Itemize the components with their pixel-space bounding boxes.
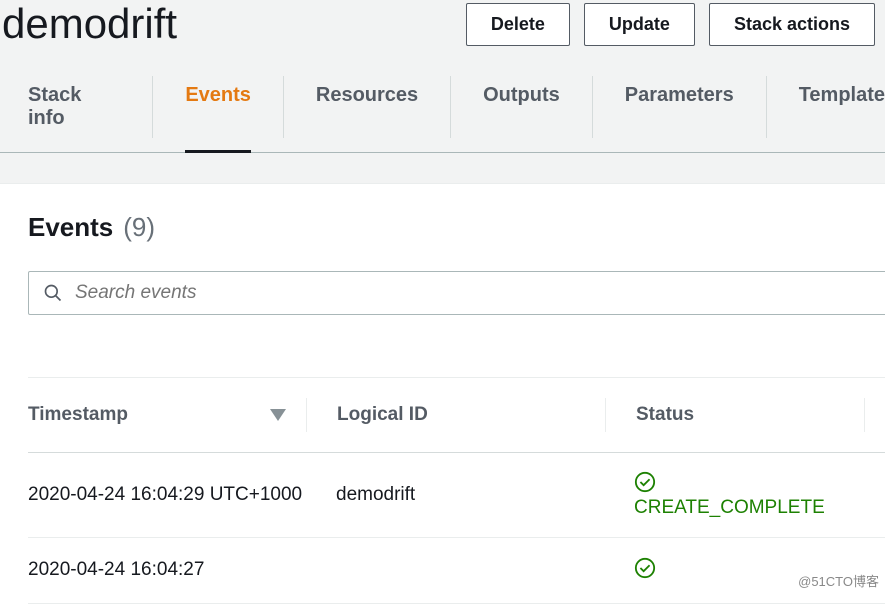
action-bar: Delete Update Stack actions: [466, 3, 875, 46]
col-header-status-label: Status: [636, 404, 694, 426]
events-panel-header: Events (9): [28, 212, 885, 243]
col-header-timestamp[interactable]: Timestamp: [28, 404, 306, 426]
tab-divider: [152, 76, 153, 138]
tab-resources[interactable]: Resources: [316, 62, 418, 152]
stack-title: demodrift: [0, 0, 177, 48]
tab-divider: [283, 76, 284, 138]
tab-outputs[interactable]: Outputs: [483, 62, 560, 152]
success-check-icon: [634, 557, 656, 579]
events-panel-title: Events: [28, 212, 113, 243]
events-panel: Events (9) Timestamp Logical ID Status: [0, 183, 885, 604]
table-row: 2020-04-24 16:04:29 UTC+1000 demodrift C…: [28, 453, 885, 538]
success-check-icon: [634, 471, 656, 493]
col-header-status[interactable]: Status: [606, 404, 864, 426]
events-count: (9): [123, 212, 155, 243]
update-button[interactable]: Update: [584, 3, 695, 46]
search-icon: [43, 283, 63, 303]
col-divider: [864, 398, 865, 432]
tab-stack-info[interactable]: Stack info: [28, 62, 120, 152]
table-header-row: Timestamp Logical ID Status: [28, 378, 885, 453]
tab-parameters[interactable]: Parameters: [625, 62, 734, 152]
cell-timestamp: 2020-04-24 16:04:27: [28, 556, 306, 585]
sort-desc-icon: [270, 409, 286, 421]
stack-actions-button[interactable]: Stack actions: [709, 3, 875, 46]
search-container[interactable]: [28, 271, 885, 315]
events-table: Timestamp Logical ID Status 2020-04-24 1…: [28, 377, 885, 604]
tab-divider: [592, 76, 593, 138]
cell-logical-id: demodrift: [306, 484, 604, 506]
tab-template[interactable]: Template: [799, 62, 885, 152]
tab-events[interactable]: Events: [185, 62, 251, 152]
col-header-timestamp-label: Timestamp: [28, 404, 128, 426]
watermark: @51CTO博客: [798, 571, 879, 590]
status-text: CREATE_COMPLETE: [634, 497, 825, 519]
search-input[interactable]: [75, 282, 883, 304]
tab-divider: [766, 76, 767, 138]
col-header-logical-id-label: Logical ID: [337, 404, 428, 426]
col-header-logical-id[interactable]: Logical ID: [307, 404, 605, 426]
tab-divider: [450, 76, 451, 138]
cell-timestamp: 2020-04-24 16:04:29 UTC+1000: [28, 481, 306, 510]
delete-button[interactable]: Delete: [466, 3, 570, 46]
cell-status: CREATE_COMPLETE: [604, 471, 862, 519]
tab-bar: Stack info Events Resources Outputs Para…: [0, 62, 885, 153]
